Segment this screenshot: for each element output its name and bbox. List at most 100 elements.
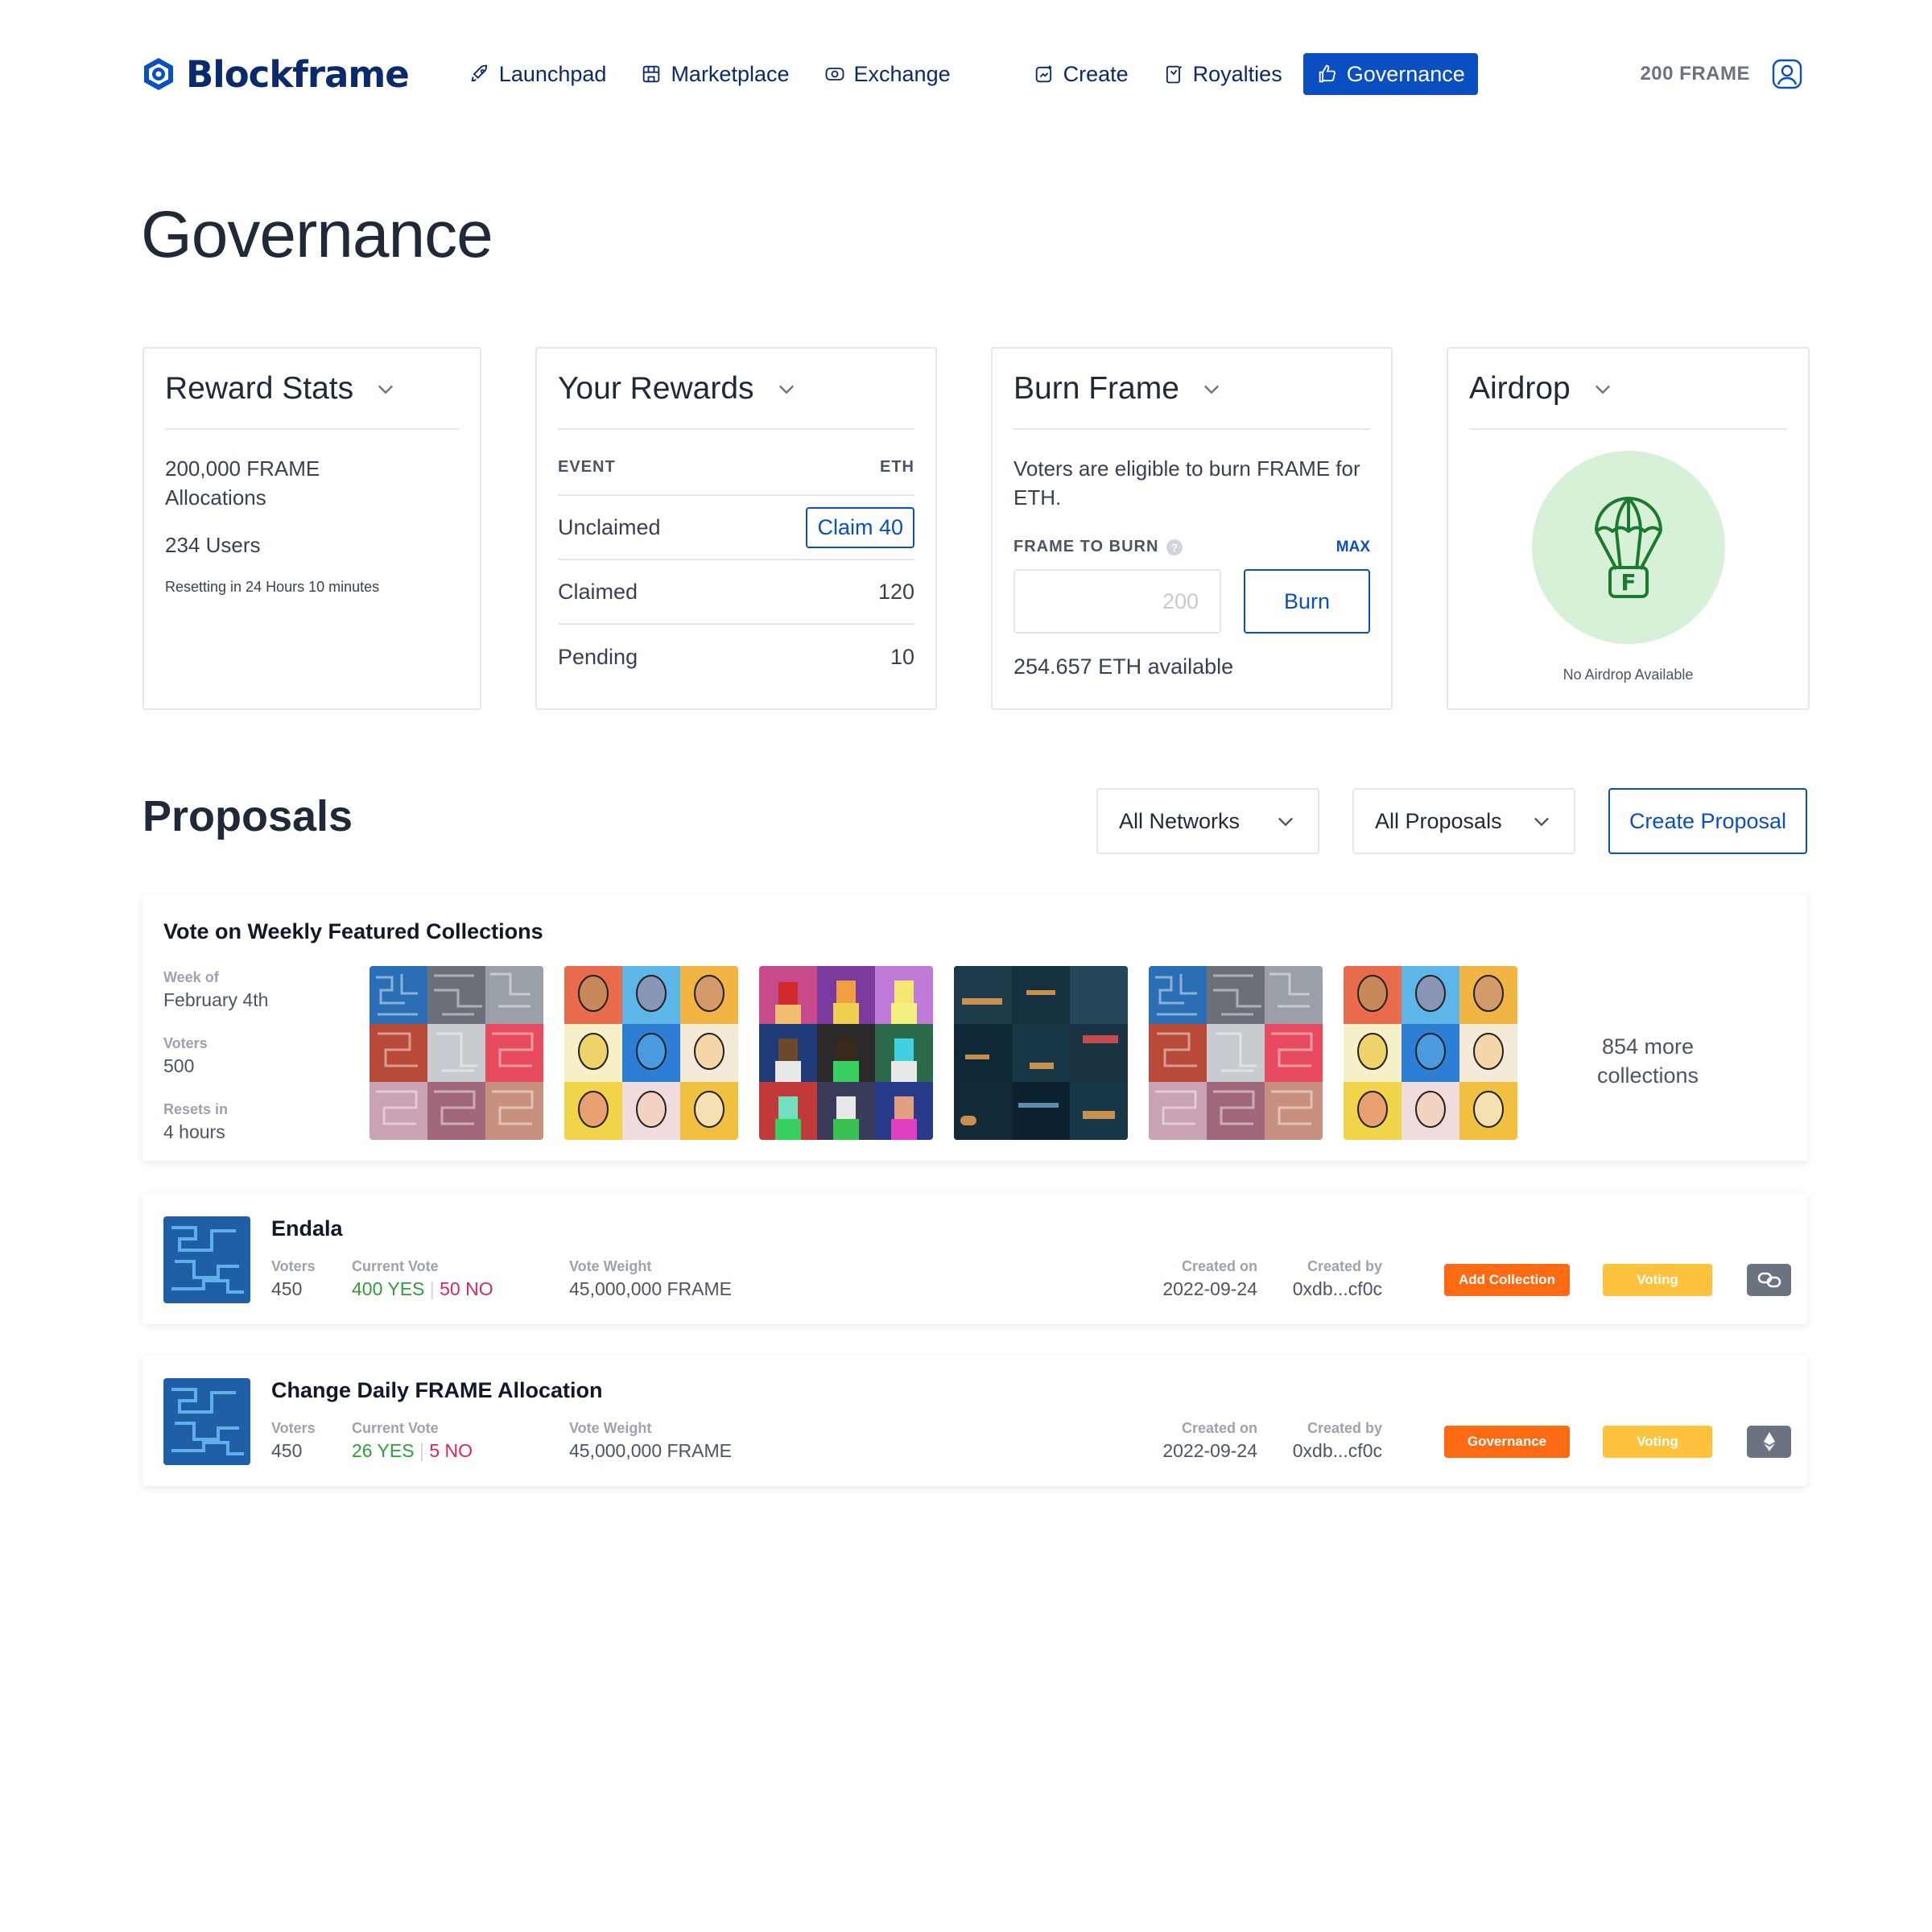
voters-label: Voters (271, 1420, 316, 1436)
created-by-label: Created by (1307, 1420, 1382, 1436)
nav-create[interactable]: Create (1020, 53, 1141, 95)
week-value: February 4th (163, 989, 269, 1010)
status-badge: Voting (1603, 1264, 1712, 1296)
week-label: Week of (163, 969, 219, 985)
brand-name: Blockframe (186, 52, 410, 96)
royalties-icon (1166, 65, 1182, 84)
weekly-featured-panel[interactable]: Vote on Weekly Featured Collections Week… (142, 895, 1807, 1161)
chevron-down-icon[interactable] (1200, 378, 1223, 400)
proposal-thumbnail (163, 1216, 250, 1303)
burn-description: Voters are eligible to burn FRAME for ET… (1013, 456, 1360, 510)
vote-weight-label: Vote Weight (569, 1258, 652, 1274)
nav-royalties[interactable]: Royalties (1150, 53, 1295, 95)
help-icon[interactable]: ? (1166, 539, 1183, 555)
current-vote-label: Current Vote (352, 1258, 439, 1274)
voters-value: 500 (163, 1055, 195, 1076)
airdrop-letter: F (1620, 569, 1636, 596)
more-collections[interactable]: 854 more collections (1551, 1032, 1744, 1090)
nav-launchpad[interactable]: Launchpad (456, 53, 620, 95)
resets-label: Resets in (163, 1101, 229, 1117)
storefront-icon (643, 65, 660, 83)
your-rewards-card: Your Rewards EVENT ETH Unclaimed Claim 4… (535, 347, 937, 710)
created-on-value: 2022-09-24 (1162, 1278, 1257, 1299)
reward-stats-header[interactable]: Reward Stats (165, 349, 459, 430)
reward-stats-body: 200,000 FRAME Allocations 234 Users Rese… (165, 430, 459, 596)
burn-button[interactable]: Burn (1244, 569, 1370, 634)
created-by-label: Created by (1307, 1258, 1382, 1274)
vote-weight-label: Vote Weight (569, 1420, 652, 1436)
no-count: 50 NO (440, 1278, 493, 1299)
frame-balance: 200 FRAME (1640, 63, 1750, 85)
chevron-down-icon[interactable] (1591, 378, 1614, 400)
allocations-text: 200,000 FRAME Allocations (165, 456, 320, 510)
resets-value: 4 hours (163, 1121, 225, 1142)
voters-value: 450 (271, 1278, 303, 1299)
nav-label: Launchpad (498, 61, 607, 86)
vote-weight-column: Vote Weight 45,000,000 FRAME (569, 1258, 732, 1300)
voters-value: 450 (271, 1440, 303, 1461)
rewards-table-header: EVENT ETH (558, 430, 914, 496)
burn-frame-header[interactable]: Burn Frame (1013, 349, 1370, 430)
collection-thumbnail[interactable] (1344, 966, 1517, 1140)
created-on-label: Created on (1181, 1420, 1257, 1436)
collection-thumbnail[interactable] (1149, 966, 1323, 1140)
current-vote-value: 400 YES | 50 NO (352, 1278, 493, 1300)
weekly-title: Vote on Weekly Featured Collections (163, 919, 543, 943)
nav-governance[interactable]: Governance (1302, 53, 1478, 95)
nav-marketplace[interactable]: Marketplace (627, 53, 802, 95)
chain-badge[interactable] (1747, 1264, 1791, 1296)
nav-label: Exchange (853, 61, 951, 86)
proposal-row[interactable]: Change Daily FRAME Allocation Voters 450… (142, 1356, 1807, 1486)
voters-column: Voters 450 (271, 1420, 316, 1462)
chevron-down-icon[interactable] (374, 378, 397, 400)
label-text: FRAME TO BURN (1013, 538, 1159, 555)
card-title: Burn Frame (1013, 370, 1179, 406)
networks-filter[interactable]: All Networks (1096, 788, 1319, 854)
claim-button[interactable]: Claim 40 (806, 506, 914, 548)
frame-to-burn-label: FRAME TO BURN ? (1013, 538, 1183, 556)
reward-stats-card: Reward Stats 200,000 FRAME Allocations 2… (142, 347, 481, 710)
status-badge: Voting (1603, 1426, 1712, 1458)
voters-column: Voters 450 (271, 1258, 316, 1300)
burn-frame-card: Burn Frame Voters are eligible to burn F… (991, 347, 1393, 710)
no-count: 5 NO (429, 1440, 473, 1461)
col-event: EVENT (558, 457, 616, 476)
users-count: 234 Users (165, 533, 261, 557)
type-badge: Governance (1444, 1426, 1570, 1458)
proposal-name: Change Daily FRAME Allocation (271, 1378, 603, 1402)
current-vote-label: Current Vote (352, 1420, 439, 1436)
eth-available: 254.657 ETH available (1013, 654, 1234, 679)
thumbs-up-icon (1319, 64, 1335, 83)
created-on-column: Created on 2022-09-24 (1162, 1258, 1257, 1300)
airdrop-illustration: F (1531, 451, 1725, 644)
airdrop-header[interactable]: Airdrop (1469, 349, 1787, 430)
filter-value: All Proposals (1375, 808, 1502, 833)
top-navigation: Blockframe Launchpad Marketplace Exchang… (142, 50, 1803, 98)
created-by-value[interactable]: 0xdb...cf0c (1293, 1278, 1382, 1300)
proposal-name: Endala (271, 1216, 343, 1241)
proposal-row[interactable]: Endala Voters 450 Current Vote 400 YES |… (142, 1194, 1807, 1324)
proposals-filter[interactable]: All Proposals (1352, 788, 1575, 854)
table-row: Unclaimed Claim 40 (558, 496, 914, 560)
create-proposal-button[interactable]: Create Proposal (1608, 788, 1807, 854)
nav-exchange[interactable]: Exchange (811, 53, 964, 95)
row-label: Claimed (558, 579, 638, 604)
collection-thumbnail[interactable] (954, 966, 1128, 1140)
collection-thumbnail[interactable] (369, 966, 543, 1140)
blockframe-logo-icon (144, 58, 173, 90)
max-button[interactable]: MAX (1336, 539, 1370, 556)
chain-badge[interactable] (1747, 1426, 1791, 1458)
collection-thumbnail[interactable] (759, 966, 933, 1140)
created-on-column: Created on 2022-09-24 (1162, 1420, 1257, 1462)
user-icon[interactable] (1771, 58, 1803, 90)
row-value: 120 (877, 579, 914, 604)
brand-logo[interactable]: Blockframe (142, 52, 410, 96)
burn-amount-input[interactable] (1013, 569, 1221, 634)
chevron-down-icon[interactable] (775, 378, 798, 400)
collection-thumbnail[interactable] (564, 966, 738, 1140)
current-vote-column: Current Vote 26 YES | 5 NO (352, 1420, 473, 1462)
created-by-value[interactable]: 0xdb...cf0c (1293, 1440, 1382, 1462)
your-rewards-header[interactable]: Your Rewards (558, 349, 914, 430)
row-label: Unclaimed (558, 514, 661, 539)
created-on-label: Created on (1181, 1258, 1257, 1274)
